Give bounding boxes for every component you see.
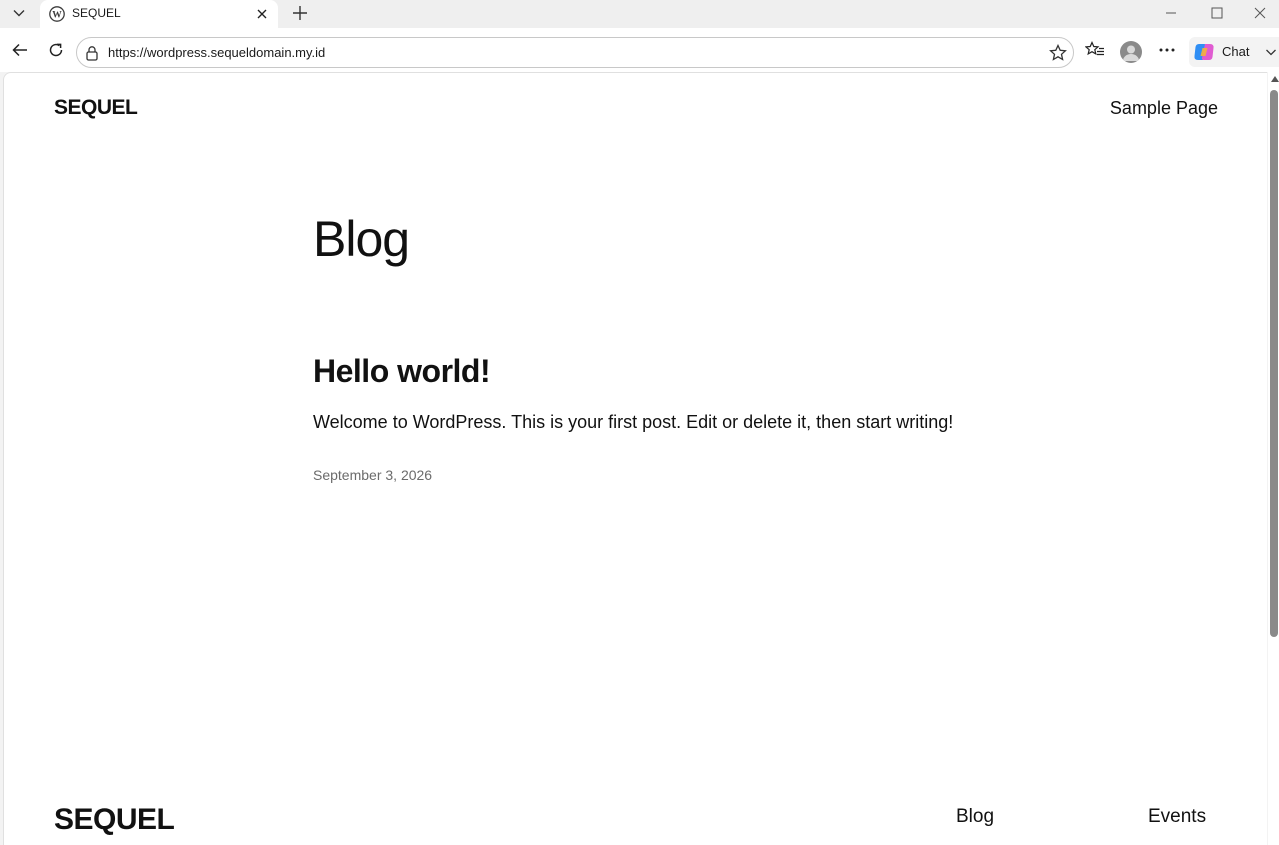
scroll-up-arrow[interactable] — [1271, 76, 1279, 82]
minimize-button[interactable] — [1148, 0, 1194, 26]
reload-icon — [49, 43, 63, 57]
tab-active[interactable]: W SEQUEL — [40, 0, 278, 28]
favorites-button[interactable] — [1081, 36, 1109, 64]
arrow-left-icon — [12, 43, 27, 57]
scrollbar-thumb[interactable] — [1270, 90, 1278, 637]
tab-list-button[interactable] — [6, 2, 32, 24]
close-tab-button[interactable] — [252, 4, 272, 24]
url-text[interactable]: https://wordpress.sequeldomain.my.id — [108, 45, 325, 60]
address-bar[interactable]: https://wordpress.sequeldomain.my.id — [76, 37, 1074, 68]
maximize-button[interactable] — [1194, 0, 1240, 26]
star-icon — [1049, 44, 1067, 61]
page-viewport: SEQUEL Sample Page Blog Hello world! Wel… — [3, 72, 1267, 845]
lock-icon — [86, 46, 98, 61]
chevron-down-icon — [13, 10, 25, 17]
post-date[interactable]: September 3, 2026 — [313, 467, 432, 483]
footer-site-title[interactable]: SEQUEL — [54, 803, 175, 837]
plus-icon — [293, 6, 307, 20]
add-favorite-button[interactable] — [1047, 42, 1069, 64]
post-title-link[interactable]: Hello world! — [313, 353, 491, 390]
wordpress-icon: W — [49, 6, 65, 22]
avatar-icon — [1123, 45, 1139, 61]
close-window-button[interactable] — [1240, 0, 1279, 26]
profile-button[interactable] — [1120, 41, 1142, 63]
more-button[interactable] — [1153, 36, 1181, 64]
copilot-chat-button[interactable]: Chat — [1189, 37, 1279, 67]
tab-strip: W SEQUEL — [0, 0, 1279, 28]
post-excerpt: Welcome to WordPress. This is your first… — [313, 412, 954, 432]
site-title[interactable]: SEQUEL — [54, 96, 138, 120]
maximize-icon — [1211, 7, 1223, 19]
new-tab-button[interactable] — [287, 2, 313, 24]
nav-link-sample-page[interactable]: Sample Page — [1110, 98, 1218, 119]
close-icon — [257, 9, 267, 19]
tab-title: SEQUEL — [72, 6, 121, 20]
minimize-icon — [1166, 12, 1176, 14]
copilot-icon — [1194, 44, 1214, 60]
close-icon — [1254, 7, 1265, 19]
chat-label: Chat — [1222, 44, 1250, 59]
reload-button[interactable] — [42, 36, 70, 64]
svg-text:W: W — [52, 11, 62, 21]
more-icon — [1159, 48, 1175, 52]
footer-link-blog[interactable]: Blog — [956, 806, 994, 828]
favorites-icon — [1085, 41, 1104, 56]
footer-link-events[interactable]: Events — [1148, 806, 1206, 828]
chevron-down-icon — [1266, 49, 1276, 56]
page-title: Blog — [313, 211, 410, 267]
back-button[interactable] — [6, 36, 34, 64]
